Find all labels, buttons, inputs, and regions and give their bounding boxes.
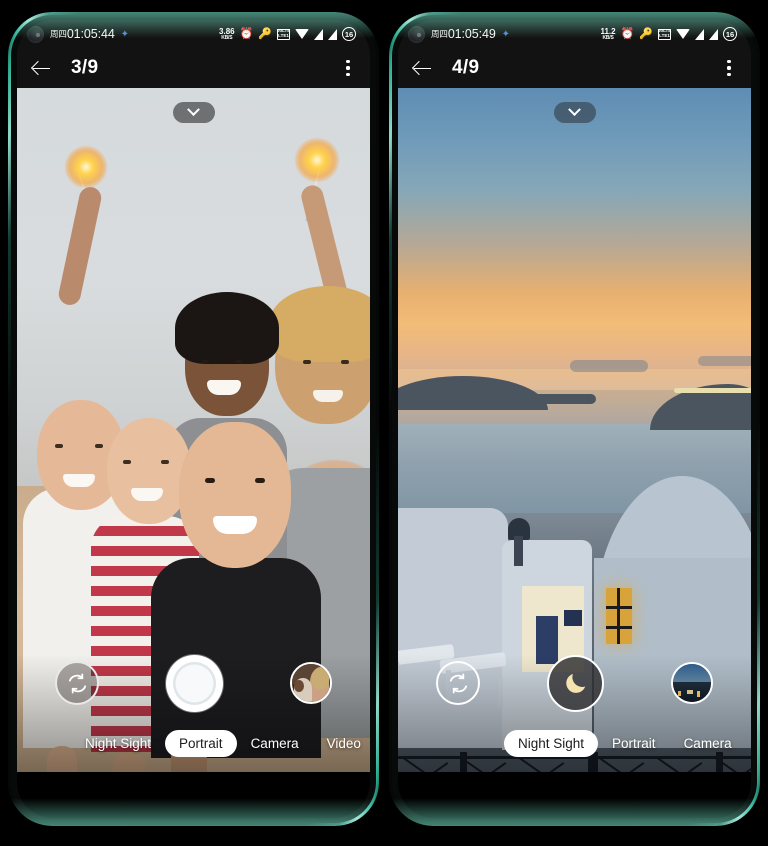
mode-night-sight[interactable]: Night Sight [504, 729, 599, 757]
camera-viewfinder[interactable]: Night Sight Portrait Camera Video [17, 88, 370, 774]
battery-level: 16 [344, 29, 354, 39]
status-bar-left: 周四01:05:49 ✦ [408, 25, 511, 43]
crescent-moon-icon [565, 673, 585, 693]
camera-controls [398, 654, 751, 712]
front-camera-punch-hole [27, 25, 44, 43]
network-speed-unit: KB/S [602, 34, 614, 41]
phone-left-screen: 周四01:05:44 ✦ 3.86 KB/S ⏰ 🔑 VoLTE LTE1 16… [17, 20, 370, 818]
chevron-down-icon[interactable] [172, 102, 215, 123]
alarm-clock-icon: ⏰ [620, 27, 635, 40]
mode-night-sight[interactable]: Night Sight [71, 730, 165, 757]
status-time: 01:05:44 [66, 27, 115, 41]
status-bar-right: 3.86 KB/S ⏰ 🔑 VoLTE LTE1 16 [219, 27, 356, 41]
phone-right-bezel: 周四01:05:49 ✦ 11.2 KB/S ⏰ 🔑 VoLTE LTE1 16… [392, 15, 757, 823]
battery-indicator: 16 [342, 27, 356, 41]
volte-icon: VoLTE LTE1 [277, 28, 290, 40]
battery-indicator: 16 [723, 27, 737, 41]
front-camera-punch-hole [408, 25, 425, 43]
page-title: 3/9 [71, 57, 99, 78]
status-day-of-week: 周四 [50, 29, 67, 39]
system-navigation-bar [17, 774, 370, 818]
mode-portrait[interactable]: Portrait [598, 730, 670, 757]
camera-viewfinder[interactable]: Night Sight Portrait Camera [398, 88, 751, 774]
app-bar: 4/9 [398, 48, 751, 88]
back-arrow-icon[interactable] [412, 57, 434, 79]
sync-status-icon: ✦ [501, 28, 511, 40]
page-title: 4/9 [452, 57, 480, 78]
nav-back-icon[interactable] [94, 787, 112, 805]
more-options-icon[interactable] [339, 58, 357, 78]
status-clock: 周四01:05:44 [50, 27, 115, 41]
chevron-down-icon[interactable] [553, 102, 596, 123]
signal-bars-icon-2 [328, 28, 337, 40]
network-speed-unit: KB/S [221, 34, 233, 41]
phone-left: 周四01:05:44 ✦ 3.86 KB/S ⏰ 🔑 VoLTE LTE1 16… [8, 12, 379, 826]
nav-back-icon[interactable] [475, 787, 493, 805]
phone-right: 周四01:05:49 ✦ 11.2 KB/S ⏰ 🔑 VoLTE LTE1 16… [389, 12, 760, 826]
volte-line-2: LTE1 [278, 33, 289, 38]
nav-home-indicator[interactable] [165, 793, 222, 799]
network-speed-indicator: 3.86 KB/S [219, 27, 235, 41]
wifi-icon [676, 29, 690, 39]
status-bar: 周四01:05:44 ✦ 3.86 KB/S ⏰ 🔑 VoLTE LTE1 16 [17, 20, 370, 48]
mode-portrait[interactable]: Portrait [165, 729, 237, 757]
sync-status-icon: ✦ [120, 28, 130, 40]
status-bar-left: 周四01:05:44 ✦ [27, 25, 130, 43]
camera-controls [17, 654, 370, 712]
signal-bars-icon-1 [695, 28, 704, 40]
nav-home-indicator[interactable] [546, 793, 603, 799]
battery-level: 16 [725, 29, 735, 39]
mode-selector[interactable]: Night Sight Portrait Camera [398, 728, 751, 758]
signal-bars-icon-1 [314, 28, 323, 40]
last-photo-thumbnail[interactable] [671, 662, 713, 704]
mode-camera[interactable]: Camera [670, 730, 746, 757]
phone-comparison-stage: 周四01:05:44 ✦ 3.86 KB/S ⏰ 🔑 VoLTE LTE1 16… [0, 0, 768, 846]
vpn-key-icon: 🔑 [258, 27, 272, 40]
shutter-button[interactable] [166, 654, 223, 712]
volte-icon: VoLTE LTE1 [658, 28, 671, 40]
phone-left-bezel: 周四01:05:44 ✦ 3.86 KB/S ⏰ 🔑 VoLTE LTE1 16… [11, 15, 376, 823]
flip-camera-icon[interactable] [436, 661, 480, 705]
vpn-key-icon: 🔑 [639, 27, 653, 40]
app-bar: 3/9 [17, 48, 370, 88]
mode-video[interactable]: Video [313, 730, 370, 757]
status-time: 01:05:49 [447, 27, 496, 41]
signal-bars-icon-2 [709, 28, 718, 40]
flip-camera-icon[interactable] [55, 661, 99, 705]
phone-right-screen: 周四01:05:49 ✦ 11.2 KB/S ⏰ 🔑 VoLTE LTE1 16… [398, 20, 751, 818]
back-arrow-icon[interactable] [31, 57, 53, 79]
status-bar: 周四01:05:49 ✦ 11.2 KB/S ⏰ 🔑 VoLTE LTE1 16 [398, 20, 751, 48]
mode-selector[interactable]: Night Sight Portrait Camera Video [17, 728, 370, 758]
status-clock: 周四01:05:49 [431, 27, 496, 41]
shutter-button[interactable] [547, 654, 604, 712]
mode-camera[interactable]: Camera [237, 730, 313, 757]
system-navigation-bar [398, 774, 751, 818]
last-photo-thumbnail[interactable] [290, 662, 332, 704]
wifi-icon [295, 29, 309, 39]
more-options-icon[interactable] [720, 58, 738, 78]
alarm-clock-icon: ⏰ [239, 27, 254, 40]
volte-line-2: LTE1 [659, 33, 670, 38]
status-bar-right: 11.2 KB/S ⏰ 🔑 VoLTE LTE1 16 [600, 27, 737, 41]
network-speed-indicator: 11.2 KB/S [600, 27, 615, 41]
status-day-of-week: 周四 [431, 29, 448, 39]
